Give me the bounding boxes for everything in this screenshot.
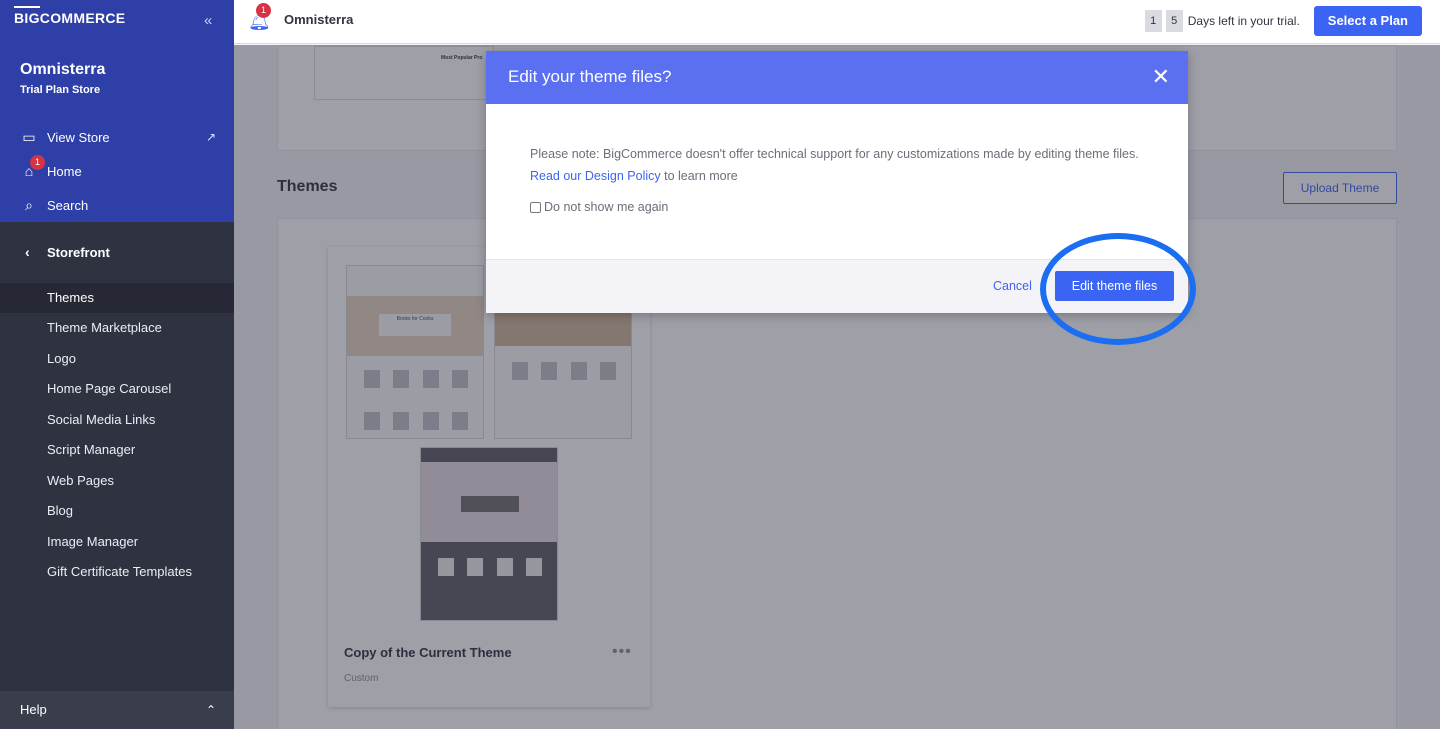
close-icon[interactable]: ✕ xyxy=(1152,65,1170,89)
store-name: Omnisterra xyxy=(20,61,106,78)
sidebar-item-web-pages[interactable]: Web Pages xyxy=(0,466,234,496)
select-plan-button[interactable]: Select a Plan xyxy=(1313,6,1422,36)
chevron-left-icon: ‹ xyxy=(25,244,30,260)
store-plan: Trial Plan Store xyxy=(20,84,101,96)
external-link-icon: ↗ xyxy=(206,130,217,144)
help-toggle[interactable]: Help ⌃ xyxy=(0,691,234,729)
sidebar-item-search[interactable]: ⌕ Search xyxy=(0,190,234,220)
top-bar: 🔔︎ 1 Omnisterra 1 5 Days left in your tr… xyxy=(234,0,1440,44)
modal-title: Edit your theme files? xyxy=(508,67,672,86)
store-name: Omnisterra xyxy=(284,12,354,27)
chevron-up-icon: ⌃ xyxy=(206,703,217,717)
highlight-circle xyxy=(1040,233,1196,345)
sidebar-item-theme-marketplace[interactable]: Theme Marketplace xyxy=(0,313,234,343)
sidebar-header: BIGCOMMERCE « Omnisterra Trial Plan Stor… xyxy=(0,0,234,222)
double-chevron-left-icon[interactable]: « xyxy=(204,12,212,29)
search-icon: ⌕ xyxy=(25,196,33,213)
sidebar-item-gift-certificate-templates[interactable]: Gift Certificate Templates xyxy=(0,557,234,587)
do-not-show-checkbox[interactable] xyxy=(530,201,541,213)
sidebar-item-logo[interactable]: Logo xyxy=(0,344,234,374)
notification-badge: 1 xyxy=(30,155,45,170)
trial-days-digit: 1 xyxy=(1144,10,1162,32)
modal-header: Edit your theme files? ✕ xyxy=(486,51,1188,104)
sidebar: BIGCOMMERCE « Omnisterra Trial Plan Stor… xyxy=(0,0,234,729)
storefront-icon: ▭ xyxy=(22,128,36,145)
bigcommerce-logo[interactable]: BIGCOMMERCE xyxy=(14,6,125,26)
trial-days-digit: 5 xyxy=(1165,10,1183,32)
sidebar-item-view-store[interactable]: ▭ View Store ↗ xyxy=(0,122,234,152)
trial-text: Days left in your trial. xyxy=(1187,14,1300,28)
sidebar-section-storefront[interactable]: ‹ Storefront xyxy=(0,238,234,266)
sidebar-item-script-manager[interactable]: Script Manager xyxy=(0,435,234,465)
sidebar-item-image-manager[interactable]: Image Manager xyxy=(0,527,234,557)
cancel-button[interactable]: Cancel xyxy=(993,279,1032,293)
sidebar-item-home[interactable]: ⌂ 1 Home xyxy=(0,155,234,186)
sidebar-item-themes[interactable]: Themes xyxy=(0,283,234,313)
sidebar-item-home-page-carousel[interactable]: Home Page Carousel xyxy=(0,374,234,404)
sidebar-item-social-media-links[interactable]: Social Media Links xyxy=(0,405,234,435)
do-not-show-again[interactable]: Do not show me again xyxy=(530,200,668,214)
design-policy-link[interactable]: Read our Design Policy xyxy=(530,169,661,183)
trial-info: 1 5 Days left in your trial. Select a Pl… xyxy=(1144,6,1422,36)
notification-badge: 1 xyxy=(256,3,271,18)
sidebar-item-blog[interactable]: Blog xyxy=(0,496,234,526)
modal-message: Please note: BigCommerce doesn't offer t… xyxy=(530,147,1139,183)
